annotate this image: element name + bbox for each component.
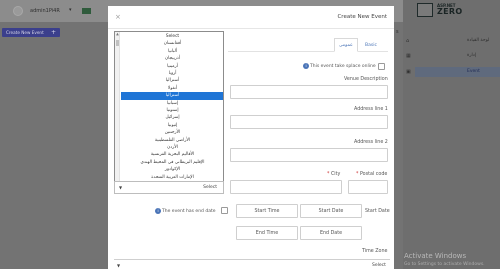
country-option[interactable]: أذربيجان [121, 55, 223, 62]
country-option[interactable]: الأرجنتين [121, 129, 223, 136]
column-label: s [396, 29, 399, 35]
venue-input[interactable] [230, 85, 388, 99]
chevron-down-icon[interactable]: ▾ [69, 7, 72, 13]
info-icon: i [303, 63, 309, 69]
address2-input[interactable] [230, 148, 388, 162]
city-label: * City [327, 172, 341, 177]
address2-label: Address line 2 [354, 140, 388, 145]
country-option[interactable]: أفغانستان [121, 40, 223, 47]
modal-title: Create New Event [337, 14, 387, 20]
country-option[interactable]: أستراليا [121, 92, 223, 100]
scrollbar-thumb[interactable] [116, 40, 119, 46]
timezone-select[interactable]: ▼ Select [114, 259, 390, 269]
tab-basic[interactable]: Basic [360, 38, 382, 52]
venue-label: Venue Description [344, 77, 388, 82]
country-option[interactable]: أنغولا [121, 85, 223, 92]
info-icon: i [155, 208, 161, 214]
postal-input[interactable] [348, 180, 388, 194]
end-date-checkbox[interactable] [221, 207, 228, 214]
end-time-input[interactable]: End Time [236, 226, 298, 240]
tab-general[interactable]: عمومی [334, 38, 358, 52]
country-option[interactable]: أرمينيا [121, 63, 223, 70]
sidebar-item-admin[interactable]: إدارة [415, 51, 500, 61]
create-event-modal: × Create New Event عمومی Basic i This ev… [108, 6, 394, 269]
country-dropdown-list[interactable]: ▲ Select أفغانستان ألبانيا أذربيجان أرمينيا أ… [114, 31, 224, 182]
activate-windows-title: Activate Windows [404, 252, 467, 260]
calendar-icon: ▣ [406, 69, 411, 75]
timezone-label: Time Zone [362, 249, 388, 254]
home-icon: ⌂ [406, 38, 410, 44]
country-option[interactable]: الأردن [121, 144, 223, 151]
country-option[interactable]: إثيوبيا [121, 122, 223, 129]
user-name[interactable]: admin1Pi4R [30, 8, 60, 14]
country-option[interactable]: الإكوادور [121, 166, 223, 173]
country-option[interactable]: الإقليم البريطاني في المحيط الهندي [121, 159, 223, 166]
avatar[interactable] [13, 6, 23, 16]
country-option[interactable]: إسرائيل [121, 114, 223, 121]
plus-icon: + [50, 29, 56, 36]
country-option[interactable]: إستونيا [121, 107, 223, 114]
address1-input[interactable] [230, 115, 388, 129]
address1-label: Address line 1 [354, 107, 388, 112]
country-option[interactable]: أروبا [121, 70, 223, 77]
end-date-input[interactable]: End Date [300, 226, 362, 240]
country-option[interactable]: الأراضي الفلسطينية [121, 137, 223, 144]
country-option[interactable]: الأقاليم البحرية الفرنسية [121, 151, 223, 158]
country-option[interactable]: ألبانيا [121, 48, 223, 55]
close-icon[interactable]: × [115, 13, 121, 21]
logo: ASP.NET ZERO [437, 3, 463, 16]
tab-bar: عمومی Basic [334, 38, 380, 52]
country-option[interactable]: الإمارات العربية المتحدة [121, 174, 223, 181]
city-input[interactable] [230, 180, 342, 194]
sidebar-item-event[interactable]: Event [415, 67, 500, 77]
dropdown-scrollbar[interactable]: ▲ [115, 32, 120, 181]
end-date-label: The event has end date [162, 209, 216, 214]
country-option[interactable]: Select [121, 33, 223, 40]
language-flag-icon[interactable] [82, 8, 91, 14]
activate-windows-subtitle: Go to Settings to activate Windows. [404, 262, 485, 267]
create-new-event-button[interactable]: Create New Event + [2, 28, 60, 37]
start-date-label: Start Date [365, 209, 390, 214]
start-time-input[interactable]: Start Time [236, 204, 298, 218]
chevron-down-icon: ▼ [119, 185, 123, 190]
online-checkbox[interactable] [378, 63, 385, 70]
grid-icon: ▦ [406, 53, 411, 59]
modal-divider [108, 28, 394, 29]
sidebar-item-dashboard[interactable]: لوحة القيادة [415, 36, 500, 46]
country-option[interactable]: أستراليا [121, 77, 223, 84]
start-date-input[interactable]: Start Date [300, 204, 362, 218]
online-label: This event take splace online [310, 64, 376, 69]
postal-label: * Postal code [356, 172, 388, 177]
create-new-event-label: Create New Event [6, 30, 44, 35]
chevron-down-icon: ▼ [117, 263, 121, 268]
country-select[interactable]: ▼ Select [114, 181, 224, 194]
country-option[interactable]: إسبانيا [121, 100, 223, 107]
logo-icon [417, 3, 433, 17]
scroll-up-icon[interactable]: ▲ [115, 32, 120, 36]
